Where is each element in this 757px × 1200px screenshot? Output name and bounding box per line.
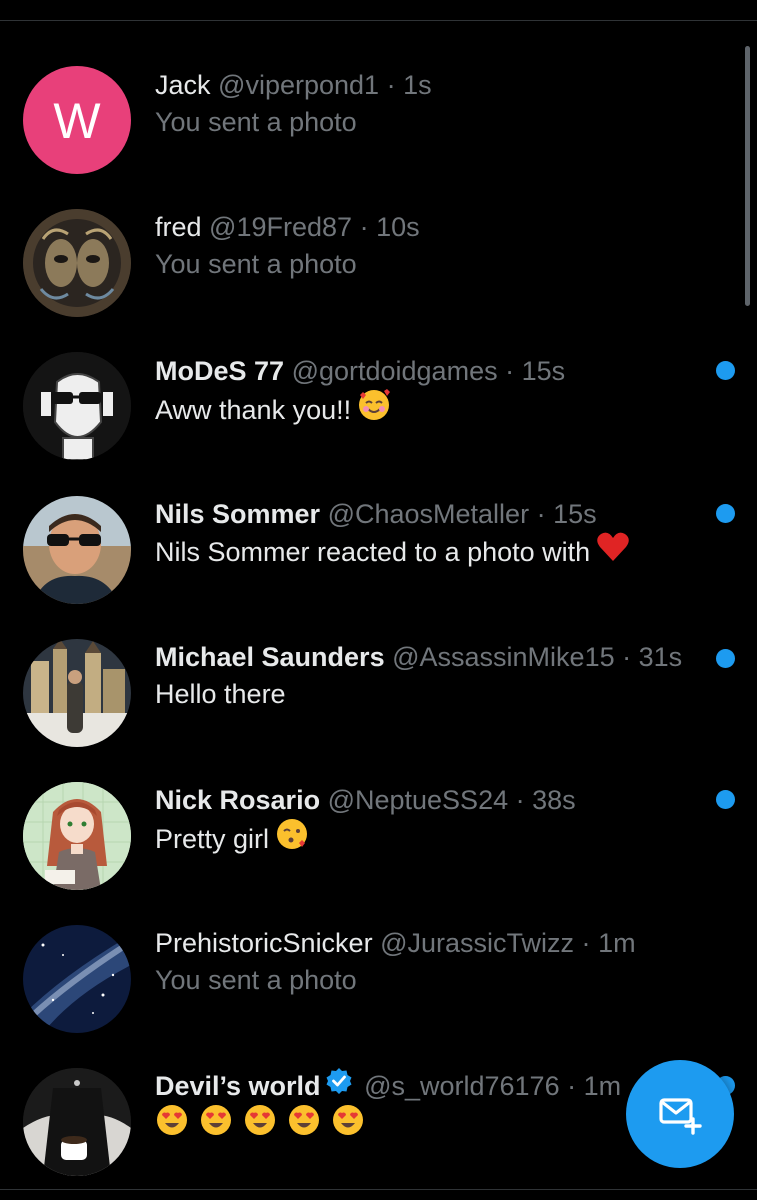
separator: · (536, 499, 546, 529)
heart-eyes-icon (199, 1103, 233, 1145)
separator: · (386, 70, 396, 100)
sender-name: PrehistoricSnicker (155, 928, 373, 958)
timestamp: 15s (521, 356, 566, 386)
emoji-preview (155, 1103, 365, 1148)
heart-eyes-icon (287, 1103, 321, 1145)
sender-name: MoDeS 77 (155, 356, 285, 386)
avatar[interactable]: W (23, 66, 131, 174)
sender-handle: @ChaosMetaller (327, 499, 530, 529)
avatar[interactable] (23, 782, 131, 890)
timestamp: 1m (583, 1071, 622, 1101)
sender-handle: @AssassinMike15 (392, 642, 615, 672)
new-message-button[interactable] (626, 1060, 734, 1168)
red-heart-icon (596, 531, 630, 571)
timestamp: 38s (532, 785, 576, 815)
message-preview: You sent a photo (155, 249, 357, 279)
sender-handle: @s_world76176 (364, 1071, 560, 1101)
conversation-row[interactable]: Michael Saunders @AssassinMike15 · 31s H… (0, 630, 757, 770)
sender-name: fred (155, 212, 202, 242)
separator: · (515, 785, 525, 815)
separator: · (581, 928, 591, 958)
heart-eyes-icon (155, 1103, 189, 1145)
sender-name: Nick Rosario (155, 785, 321, 815)
sender-handle: @NeptueSS24 (327, 785, 509, 815)
avatar[interactable] (23, 209, 131, 317)
smiling-face-with-hearts-icon (357, 388, 391, 430)
avatar[interactable] (23, 352, 131, 460)
timestamp: 1m (598, 928, 636, 958)
separator: · (567, 1071, 577, 1101)
conversation-row[interactable]: PrehistoricSnicker @JurassicTwizz · 1m Y… (0, 916, 757, 1056)
new-message-icon (659, 1098, 702, 1135)
conversation-row[interactable]: MoDeS 77 @gortdoidgames · 15s Aww thank … (0, 344, 757, 484)
heart-eyes-icon (331, 1103, 365, 1145)
bottom-divider (0, 1189, 757, 1190)
conversation-row[interactable]: Nils Sommer @ChaosMetaller · 15s Nils So… (0, 487, 757, 627)
message-preview: You sent a photo (155, 107, 357, 137)
top-divider (0, 20, 757, 21)
avatar-letter: W (53, 93, 101, 149)
verified-badge-icon (325, 1067, 353, 1103)
message-preview: Nils Sommer reacted to a photo with (155, 537, 591, 568)
separator: · (622, 642, 632, 672)
timestamp: 31s (638, 642, 683, 672)
sender-handle: @viperpond1 (218, 70, 380, 100)
avatar[interactable] (23, 496, 131, 604)
unread-indicator (716, 504, 735, 523)
message-preview: Pretty girl (155, 824, 270, 855)
conversation-row[interactable]: fred @19Fred87 · 10s You sent a photo (0, 200, 757, 340)
message-preview: Hello there (155, 679, 286, 709)
conversation-row[interactable]: Nick Rosario @NeptueSS24 · 38s Pretty gi… (0, 773, 757, 913)
sender-handle: @JurassicTwizz (380, 928, 575, 958)
sender-name: Jack (155, 70, 211, 100)
timestamp: 1s (403, 70, 432, 100)
separator: · (359, 212, 369, 242)
message-preview: Aww thank you!! (155, 395, 352, 426)
sender-handle: @gortdoidgames (291, 356, 498, 386)
unread-indicator (716, 361, 735, 380)
separator: · (505, 356, 515, 386)
conversation-row[interactable]: W Jack @viperpond1 · 1s You sent a photo (0, 58, 757, 198)
sender-name: Michael Saunders (155, 642, 385, 672)
timestamp: 15s (553, 499, 597, 529)
sender-name: Devil’s world (155, 1071, 321, 1101)
sender-handle: @19Fred87 (209, 212, 353, 242)
avatar[interactable] (23, 1068, 131, 1176)
sender-name: Nils Sommer (155, 499, 321, 529)
unread-indicator (716, 790, 735, 809)
heart-eyes-icon (243, 1103, 277, 1145)
avatar[interactable] (23, 639, 131, 747)
face-blowing-a-kiss-icon (275, 817, 309, 859)
message-preview: You sent a photo (155, 965, 357, 995)
avatar[interactable] (23, 925, 131, 1033)
unread-indicator (716, 649, 735, 668)
timestamp: 10s (376, 212, 420, 242)
